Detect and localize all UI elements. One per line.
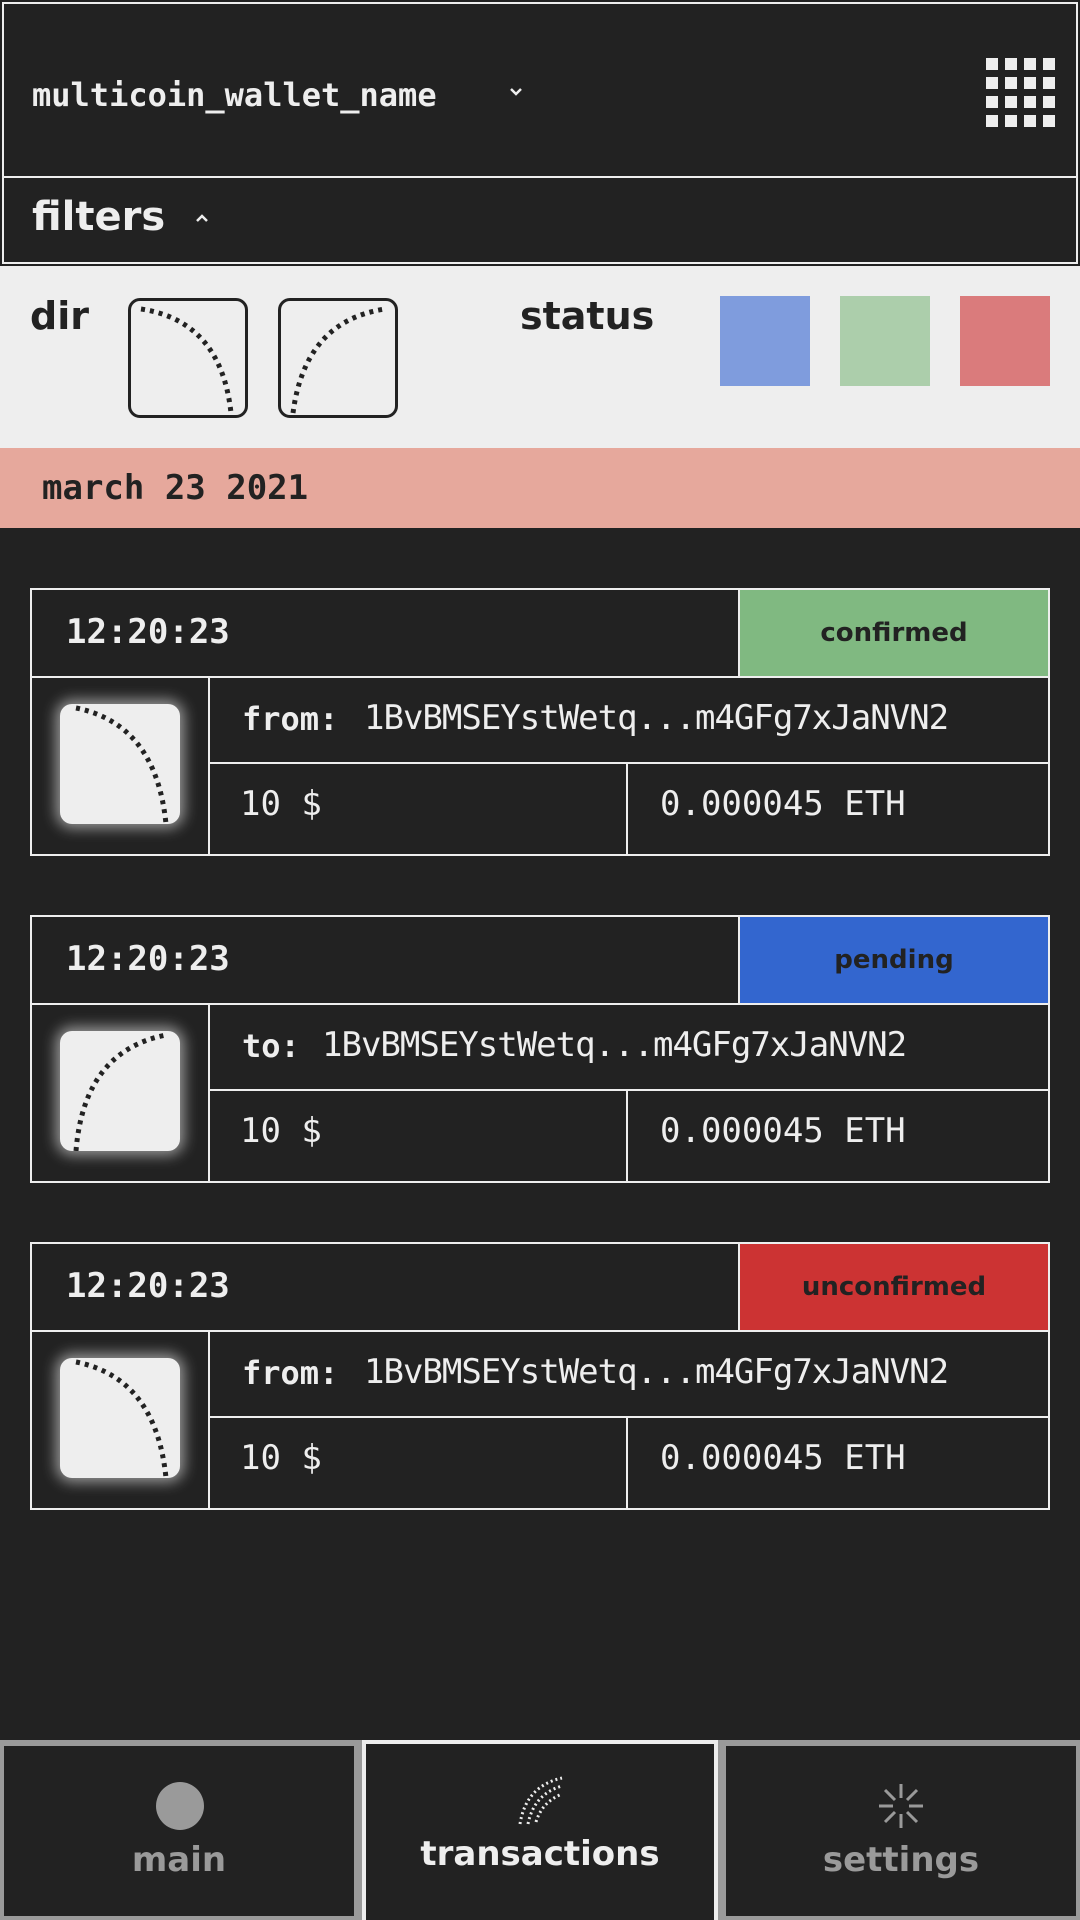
divider (626, 1089, 628, 1183)
status-filter-unconfirmed[interactable] (960, 296, 1050, 386)
status-filter-confirmed[interactable] (840, 296, 930, 386)
tx-status-badge: confirmed (738, 590, 1048, 676)
chevron-up-icon (196, 214, 208, 222)
outgoing-arc-icon (290, 306, 386, 414)
outgoing-arc-icon (60, 1031, 180, 1151)
tx-status-badge: pending (738, 917, 1048, 1003)
status-label: status (520, 294, 655, 338)
app-header: multicoin_wallet_name (2, 2, 1078, 178)
date-label: march 23 2021 (42, 468, 309, 508)
nav-transactions-label: transactions (420, 1834, 660, 1874)
dir-label: dir (30, 294, 89, 338)
divider (208, 1003, 210, 1183)
divider (32, 1003, 1048, 1005)
tx-direction-label: from: (242, 700, 339, 738)
divider (32, 1330, 1048, 1332)
nav-settings[interactable]: settings (726, 1746, 1076, 1916)
tx-crypto-amount: 0.000045 ETH (660, 784, 906, 824)
filters-label: filters (32, 194, 166, 240)
transaction-card[interactable]: 12:20:23 pending to: 1BvBMSEYstWetq...m4… (30, 915, 1050, 1183)
divider (208, 1416, 1050, 1418)
chevron-down-icon[interactable] (508, 84, 524, 100)
tx-fiat-amount: 10 $ (240, 784, 322, 824)
tx-direction-label: to: (242, 1027, 300, 1065)
filter-panel: dir status (0, 266, 1080, 448)
dotted-arc-icon (518, 1776, 563, 1825)
divider (208, 762, 1050, 764)
divider (626, 762, 628, 856)
divider (208, 676, 210, 856)
filters-toggle[interactable]: filters (2, 178, 1078, 264)
dir-incoming-button[interactable] (128, 298, 248, 418)
wallet-name[interactable]: multicoin_wallet_name (32, 76, 437, 114)
nav-transactions[interactable]: transactions (362, 1740, 718, 1920)
tx-status-badge: unconfirmed (738, 1244, 1048, 1330)
tx-crypto-amount: 0.000045 ETH (660, 1438, 906, 1478)
divider (208, 1330, 210, 1510)
nav-settings-label: settings (822, 1840, 980, 1880)
tx-address[interactable]: 1BvBMSEYstWetq...m4GFg7xJaNVN2 (322, 1025, 907, 1065)
transaction-card[interactable]: 12:20:23 unconfirmed from: 1BvBMSEYstWet… (30, 1242, 1050, 1510)
incoming-arc-icon (60, 1358, 180, 1478)
nav-main[interactable]: main (4, 1746, 354, 1916)
tx-time: 12:20:23 (66, 1266, 230, 1306)
sparkle-icon (879, 1784, 923, 1828)
tx-crypto-amount: 0.000045 ETH (660, 1111, 906, 1151)
divider (32, 676, 1048, 678)
tx-direction-label: from: (242, 1354, 339, 1392)
nav-main-label: main (131, 1840, 227, 1880)
incoming-arc-icon (60, 704, 180, 824)
transaction-card[interactable]: 12:20:23 confirmed from: 1BvBMSEYstWetq.… (30, 588, 1050, 856)
status-filter-pending[interactable] (720, 296, 810, 386)
tx-time: 12:20:23 (66, 939, 230, 979)
grid-menu-icon[interactable] (986, 58, 1056, 128)
divider (208, 1089, 1050, 1091)
bottom-nav: main transactions settings (0, 1740, 1080, 1920)
incoming-arc-icon (140, 306, 234, 414)
tx-fiat-amount: 10 $ (240, 1438, 322, 1478)
divider (626, 1416, 628, 1510)
tx-fiat-amount: 10 $ (240, 1111, 322, 1151)
tx-address[interactable]: 1BvBMSEYstWetq...m4GFg7xJaNVN2 (364, 698, 949, 738)
dir-outgoing-button[interactable] (278, 298, 398, 418)
tx-address[interactable]: 1BvBMSEYstWetq...m4GFg7xJaNVN2 (364, 1352, 949, 1392)
tx-time: 12:20:23 (66, 612, 230, 652)
circle-icon (156, 1782, 204, 1830)
date-header: march 23 2021 (0, 448, 1080, 528)
